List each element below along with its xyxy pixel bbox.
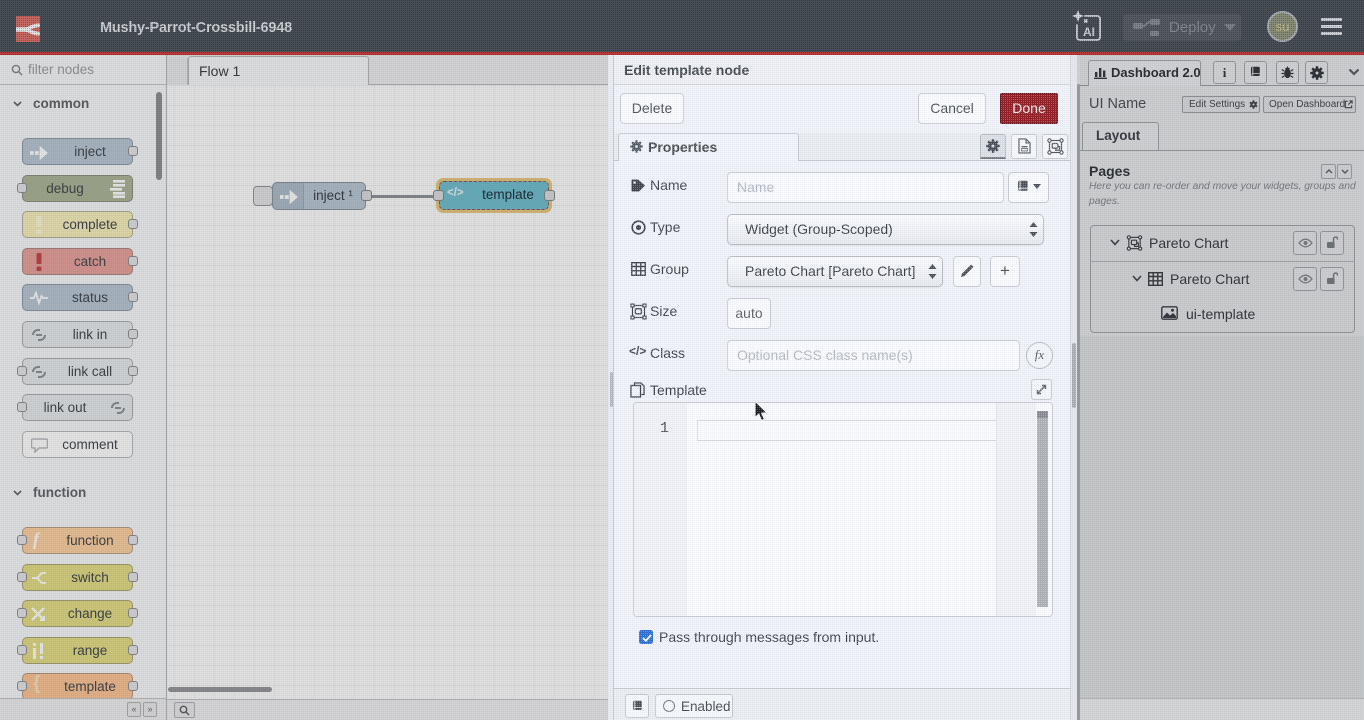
svg-text:AI: AI (1083, 25, 1095, 39)
